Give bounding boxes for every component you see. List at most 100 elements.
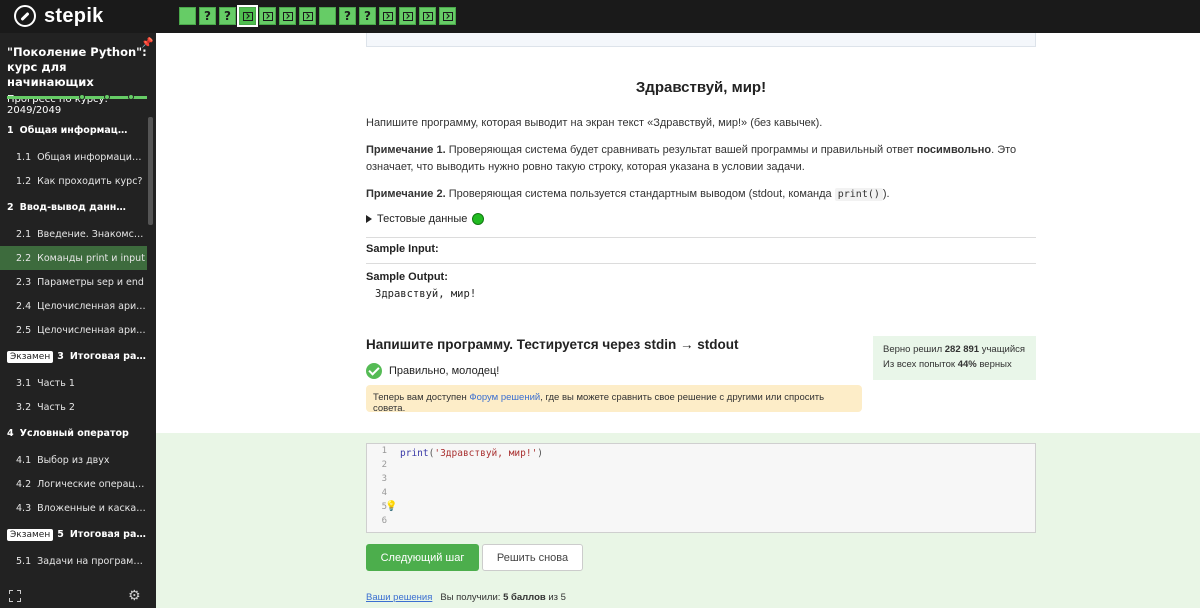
menu-number: 1.2 — [16, 175, 32, 187]
stats-solved-count: 282 891 — [944, 344, 980, 355]
step-13-code[interactable] — [419, 7, 436, 25]
code-editor[interactable]: 123456 💡 print('Здравствуй, мир!') — [366, 443, 1036, 533]
sidebar-scrollbar[interactable] — [148, 117, 153, 225]
previous-block — [366, 33, 1036, 47]
solve-again-button[interactable]: Решить снова — [482, 544, 583, 571]
terminal-icon — [302, 11, 313, 21]
sidebar-item-4-3[interactable]: 4.3 Вложенные и каскадн… — [0, 496, 147, 520]
top-bar: stepik ???? — [0, 0, 1200, 33]
question-icon: ? — [224, 9, 231, 23]
course-progress-bar — [7, 94, 147, 100]
menu-number: 5.1 — [16, 555, 32, 567]
code-function: print — [400, 448, 429, 459]
menu-number: 3 — [57, 351, 64, 362]
sidebar-item-2-2[interactable]: 2.2 Команды print и input — [0, 246, 147, 270]
step-12-code[interactable] — [399, 7, 416, 25]
sidebar-section-5[interactable]: Экзамен5 Итоговая работа… — [0, 520, 147, 549]
step-6-code[interactable] — [279, 7, 296, 25]
test-data-label: Тестовые данные — [377, 213, 468, 225]
sample-input-label: Sample Input: — [366, 243, 439, 255]
terminal-icon — [422, 11, 433, 21]
sidebar-item-3-2[interactable]: 3.2 Часть 2 — [0, 395, 147, 419]
menu-number: 4.3 — [16, 502, 32, 514]
sidebar-footer: ⚙ — [0, 586, 156, 608]
terminal-icon — [242, 11, 253, 21]
menu-number: 4.1 — [16, 454, 32, 466]
progress-marker-icon — [79, 94, 85, 100]
test-data-toggle[interactable]: Тестовые данные — [366, 213, 485, 225]
sidebar-section-3[interactable]: Экзамен3 Итоговая работа… — [0, 342, 147, 371]
course-header: "Поколение Python": курс для начинающих … — [7, 45, 147, 116]
menu-label: Итоговая работа… — [69, 529, 147, 540]
sidebar-item-1-1[interactable]: 1.1 Общая информация о … — [0, 145, 147, 169]
inline-code: print() — [834, 188, 883, 201]
sample-output-label: Sample Output: — [366, 271, 448, 283]
divider — [366, 263, 1036, 264]
course-menu: 1 Общая информация о ку… 1.1 Общая информац… — [0, 116, 147, 573]
menu-label: Общая информация о … — [37, 151, 147, 163]
score-points: 5 баллов — [503, 592, 546, 603]
step-4-code[interactable] — [237, 5, 258, 27]
notice-text: Теперь вам доступен — [373, 392, 470, 403]
step-2-quiz[interactable]: ? — [199, 7, 216, 25]
sidebar-item-5-1[interactable]: 5.1 Задачи на программир… — [0, 549, 147, 573]
step-9-quiz[interactable]: ? — [339, 7, 356, 25]
sidebar-item-4-2[interactable]: 4.2 Логические операции — [0, 472, 147, 496]
code-string: 'Здравствуй, мир!' — [434, 448, 538, 459]
lesson-content: Здравствуй, мир! Напишите программу, кот… — [156, 33, 1200, 608]
sidebar-section-2[interactable]: 2 Ввод-вывод данных — [0, 193, 147, 222]
fullscreen-icon[interactable] — [9, 590, 21, 602]
step-7-code[interactable] — [299, 7, 316, 25]
next-step-button[interactable]: Следующий шаг — [366, 544, 479, 571]
note-2-text: Проверяющая система пользуется стандартн… — [445, 188, 835, 200]
progress-marker-icon — [128, 94, 134, 100]
course-title[interactable]: "Поколение Python": курс для начинающих — [7, 45, 147, 90]
lesson-steps-nav: ???? — [179, 5, 456, 27]
step-8-text[interactable] — [319, 7, 336, 25]
step-5-code[interactable] — [259, 7, 276, 25]
menu-label: Часть 2 — [37, 401, 75, 413]
stepik-logo[interactable]: stepik — [14, 4, 104, 28]
menu-label: Параметры sep и end — [37, 276, 144, 288]
sidebar-item-4-1[interactable]: 4.1 Выбор из двух — [0, 448, 147, 472]
sidebar-item-2-1[interactable]: 2.1 Введение. Знакомство … — [0, 222, 147, 246]
code-line[interactable]: print('Здравствуй, мир!') — [400, 447, 543, 461]
pin-icon[interactable]: 📌 — [141, 38, 153, 49]
stepik-logo-icon — [14, 5, 36, 27]
sidebar-section-4[interactable]: 4 Условный оператор — [0, 419, 147, 448]
exam-badge: Экзамен — [7, 528, 54, 541]
task-heading: Напишите программу. Тестируется через st… — [366, 337, 739, 352]
sidebar-section-1[interactable]: 1 Общая информация о ку… — [0, 116, 147, 145]
sidebar-item-2-4[interactable]: 2.4 Целочисленная арифм… — [0, 294, 147, 318]
step-10-quiz[interactable]: ? — [359, 7, 376, 25]
sidebar-item-2-5[interactable]: 2.5 Целочисленная арифм… — [0, 318, 147, 342]
sidebar-item-1-2[interactable]: 1.2 Как проходить курс? — [0, 169, 147, 193]
line-number: 6 — [381, 516, 387, 526]
sidebar-item-2-3[interactable]: 2.3 Параметры sep и end — [0, 270, 147, 294]
step-14-code[interactable] — [439, 7, 456, 25]
menu-number: 2.5 — [16, 324, 32, 336]
brand-name: stepik — [44, 4, 104, 27]
step-1-text[interactable] — [179, 7, 196, 25]
menu-number: 2.2 — [16, 252, 32, 264]
score: Вы получили: 5 баллов из 5 — [440, 592, 566, 603]
menu-label: Целочисленная арифм… — [37, 300, 147, 312]
menu-label: Ввод-вывод данных — [19, 202, 130, 213]
line-number: 1 — [381, 446, 387, 456]
lightbulb-icon[interactable]: 💡 — [385, 501, 397, 512]
expand-triangle-icon — [366, 215, 372, 223]
step-title: Здравствуй, мир! — [635, 79, 767, 96]
sidebar-item-3-1[interactable]: 3.1 Часть 1 — [0, 371, 147, 395]
menu-label: Выбор из двух — [37, 454, 110, 466]
menu-label: Общая информация о ку… — [19, 125, 130, 136]
line-number: 4 — [381, 488, 387, 498]
solutions-forum-link[interactable]: Форум решений — [469, 392, 540, 403]
line-numbers: 123456 — [367, 444, 395, 532]
menu-number: 2.3 — [16, 276, 32, 288]
terminal-icon — [382, 11, 393, 21]
your-solutions-link[interactable]: Ваши решения — [366, 592, 432, 603]
gear-icon[interactable]: ⚙ — [128, 588, 141, 604]
score-text: Вы получили: — [440, 592, 504, 603]
step-11-code[interactable] — [379, 7, 396, 25]
step-3-quiz[interactable]: ? — [219, 7, 236, 25]
